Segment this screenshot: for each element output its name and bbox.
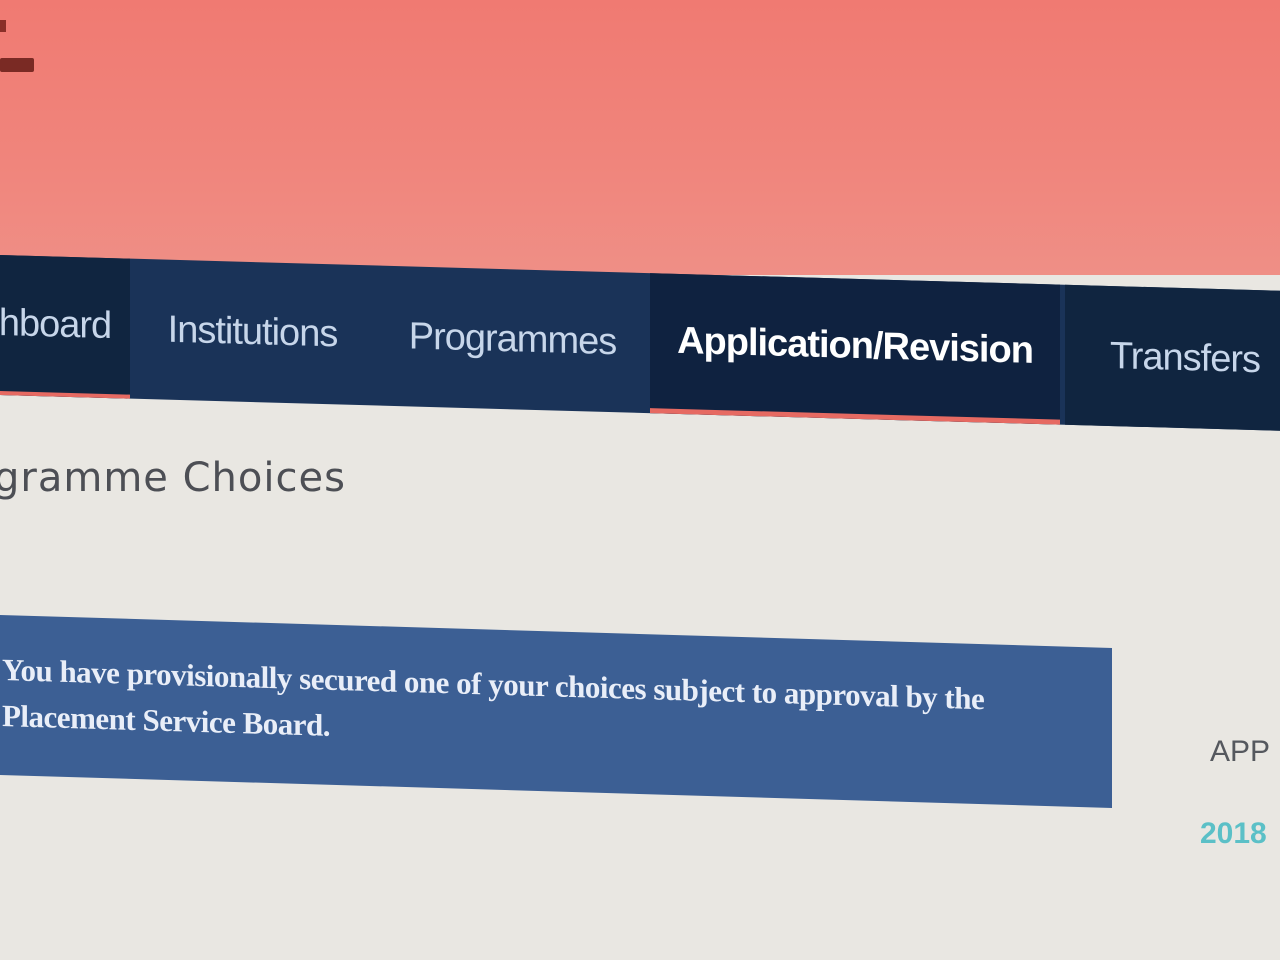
nav-item-transfers-label: Transfers: [1109, 334, 1261, 381]
nav-item-dashboard-label: hboard: [0, 301, 112, 347]
status-alert-text: You have provisionally secured one of yo…: [2, 652, 985, 743]
page-title: gramme Choices: [0, 455, 346, 501]
page: hboard Institutions Programmes Applicati…: [0, 0, 1280, 960]
nav-item-application-revision-label: Application/Revision: [677, 319, 1033, 372]
header-banner: [0, 0, 1280, 275]
nav-item-dashboard[interactable]: hboard: [0, 254, 130, 399]
logo-fragment-top: [0, 20, 6, 32]
side-column-label: APP: [1210, 735, 1271, 768]
side-column-year: 2018: [1200, 817, 1267, 850]
nav-item-transfers[interactable]: Transfers: [1065, 284, 1280, 432]
logo: [0, 58, 34, 72]
nav-item-application-revision[interactable]: Application/Revision: [650, 273, 1060, 425]
nav-item-institutions-label: Institutions: [167, 308, 338, 355]
nav-item-programmes-label: Programmes: [408, 314, 617, 363]
status-alert: You have provisionally secured one of yo…: [0, 615, 1112, 809]
nav-item-institutions[interactable]: Institutions: [130, 259, 375, 406]
main-nav: hboard Institutions Programmes Applicati…: [0, 254, 1280, 451]
nav-item-programmes[interactable]: Programmes: [375, 265, 650, 413]
